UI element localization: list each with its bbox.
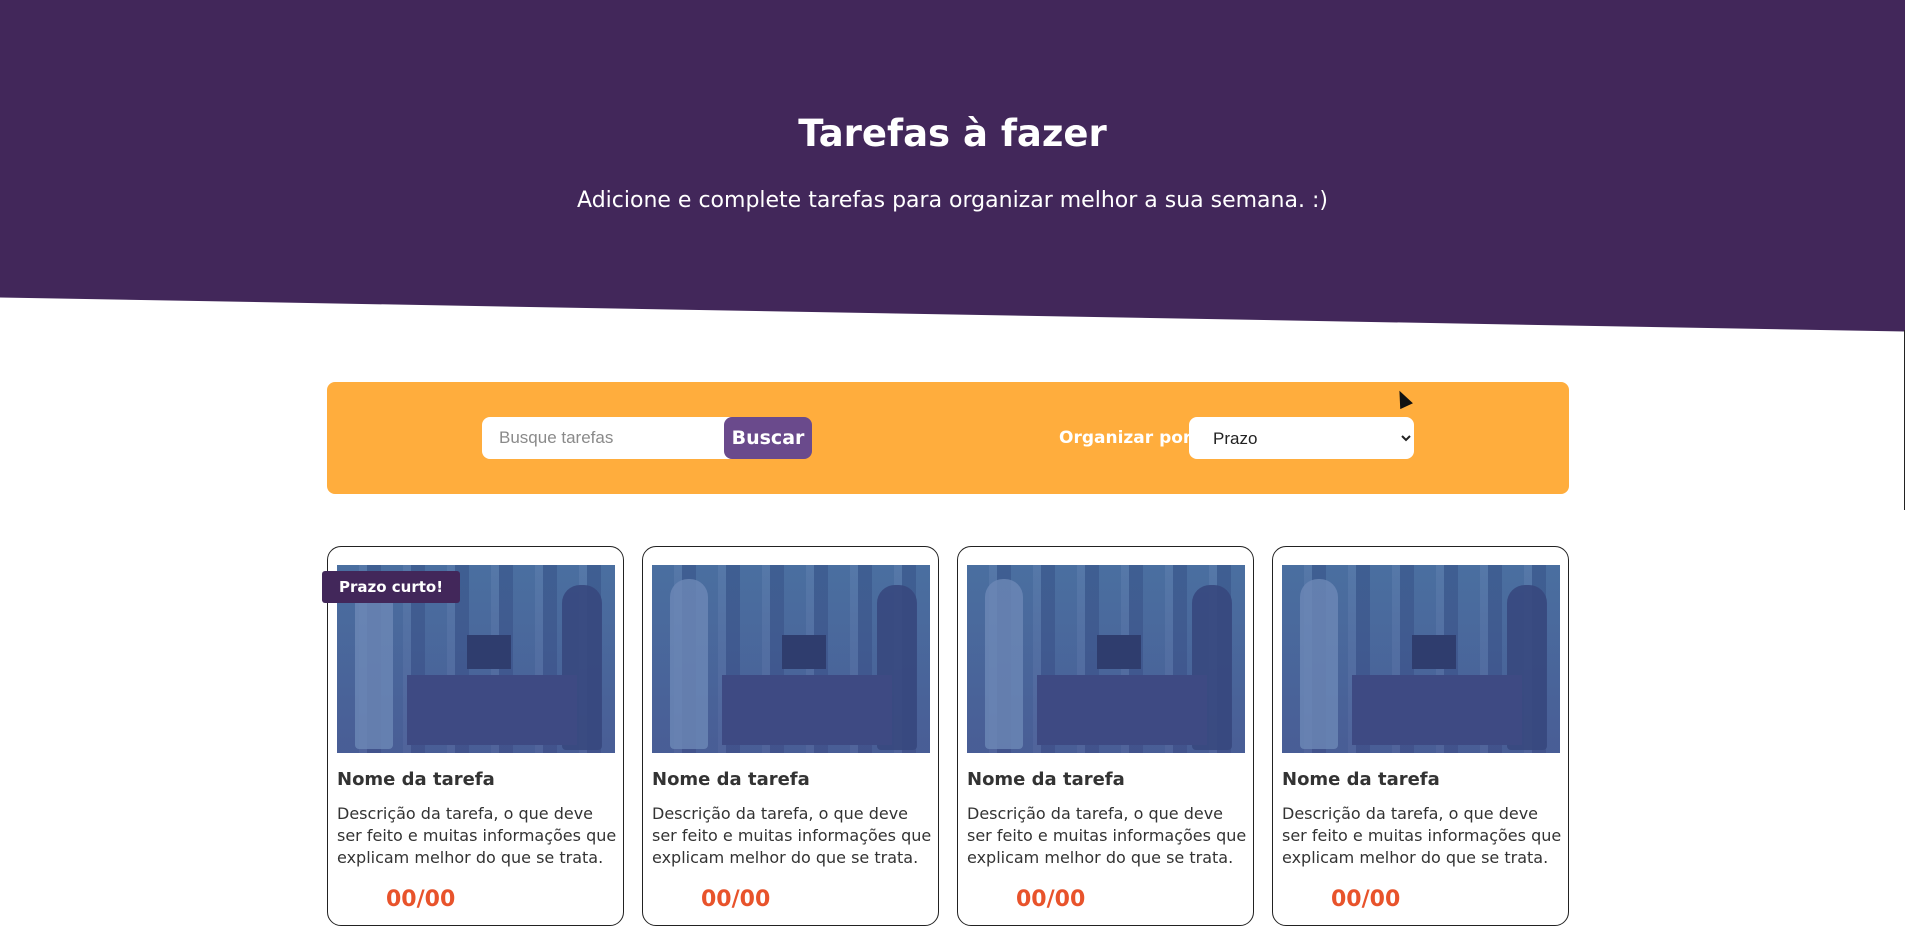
page-subtitle: Adicione e complete tarefas para organiz… (577, 188, 1328, 213)
task-date: 00/00 (1016, 887, 1086, 912)
page-title: Tarefas à fazer (798, 112, 1107, 155)
task-card[interactable]: Nome da tarefa Descrição da tarefa, o qu… (1272, 546, 1569, 926)
task-date: 00/00 (701, 887, 771, 912)
search-input[interactable] (482, 417, 732, 459)
task-description: Descrição da tarefa, o que deve ser feit… (967, 804, 1247, 867)
task-date: 00/00 (386, 887, 456, 912)
task-image (652, 565, 930, 753)
hero-banner (0, 0, 1905, 332)
task-description: Descrição da tarefa, o que deve ser feit… (652, 804, 932, 867)
task-card[interactable]: Nome da tarefa Descrição da tarefa, o qu… (957, 546, 1254, 926)
search-button[interactable]: Buscar (724, 417, 812, 459)
task-title: Nome da tarefa (652, 769, 810, 790)
task-date: 00/00 (1331, 887, 1401, 912)
task-title: Nome da tarefa (1282, 769, 1440, 790)
sort-select[interactable]: Prazo (1189, 417, 1414, 459)
sort-label: Organizar por: (1059, 428, 1199, 448)
search-group: Buscar (482, 417, 812, 459)
task-description: Descrição da tarefa, o que deve ser feit… (337, 804, 617, 867)
task-card[interactable]: Prazo curto! Nome da tarefa Descrição da… (322, 546, 624, 926)
task-image (1282, 565, 1560, 753)
task-title: Nome da tarefa (967, 769, 1125, 790)
deadline-badge: Prazo curto! (322, 571, 461, 603)
task-title: Nome da tarefa (337, 769, 495, 790)
task-card[interactable]: Nome da tarefa Descrição da tarefa, o qu… (642, 546, 939, 926)
task-image (967, 565, 1245, 753)
task-description: Descrição da tarefa, o que deve ser feit… (1282, 804, 1562, 867)
filter-toolbar: Buscar Organizar por: Prazo (327, 382, 1569, 494)
task-card-list: Prazo curto! Nome da tarefa Descrição da… (322, 546, 1569, 926)
